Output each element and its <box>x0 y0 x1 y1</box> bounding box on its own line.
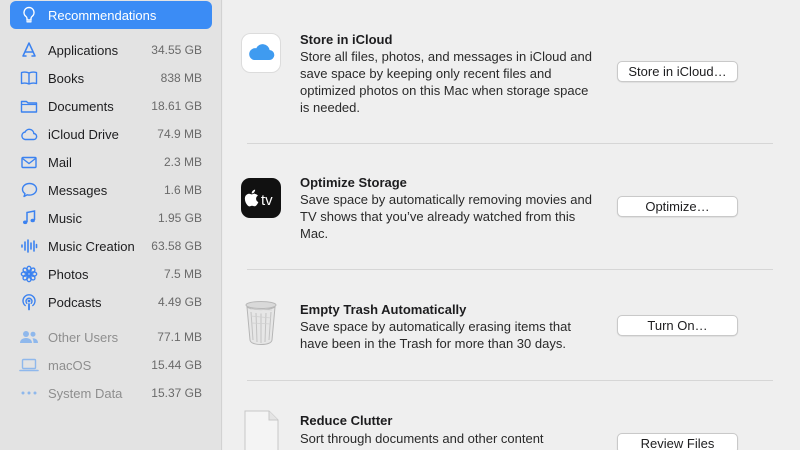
music-note-icon <box>19 208 39 228</box>
apple-tv-app-icon: tv <box>241 178 281 218</box>
podcast-icon <box>19 292 39 312</box>
sidebar-item-size: 15.44 GB <box>151 358 202 372</box>
rec-desc-optimize-storage: Save space by automatically removing mov… <box>300 192 592 241</box>
ellipsis-icon <box>19 383 39 403</box>
rec-title-empty-trash: Empty Trash Automatically <box>300 302 467 317</box>
icloud-app-icon <box>241 33 281 73</box>
separator <box>247 269 773 270</box>
separator <box>247 143 773 144</box>
mail-icon <box>19 152 39 172</box>
recommendations-panel: Store in iCloud Store all files, photos,… <box>223 0 800 450</box>
sidebar-item-label: Books <box>48 70 85 86</box>
flower-icon <box>19 264 39 284</box>
sidebar-item-applications[interactable]: Applications 34.55 GB <box>10 36 212 64</box>
sidebar-item-label: Applications <box>48 42 119 58</box>
review-files-button[interactable]: Review Files <box>617 433 738 450</box>
sidebar-item-label: Other Users <box>48 329 119 345</box>
laptop-icon <box>19 355 39 375</box>
applications-icon <box>19 40 39 60</box>
sidebar-item-label: macOS <box>48 357 92 373</box>
sidebar-item-label: Documents <box>48 98 114 114</box>
optimize-button[interactable]: Optimize… <box>617 196 738 217</box>
sidebar-item-label: Recommendations <box>48 7 157 23</box>
sidebar-item-size: 7.5 MB <box>163 267 202 281</box>
separator <box>247 380 773 381</box>
sidebar-item-icloud-drive[interactable]: iCloud Drive 74.9 MB <box>10 120 212 148</box>
sidebar-item-music-creation[interactable]: Music Creation 63.58 GB <box>10 232 212 260</box>
document-icon <box>19 96 39 116</box>
rec-title-reduce-clutter: Reduce Clutter <box>300 413 393 428</box>
rec-desc-store-in-icloud: Store all files, photos, and messages in… <box>300 49 592 115</box>
rec-title-store-in-icloud: Store in iCloud <box>300 32 393 47</box>
sidebar-item-podcasts[interactable]: Podcasts 4.49 GB <box>10 288 212 316</box>
book-icon <box>19 68 39 88</box>
turn-on-button[interactable]: Turn On… <box>617 315 738 336</box>
sidebar-item-messages[interactable]: Messages 1.6 MB <box>10 176 212 204</box>
sidebar-item-size: 18.61 GB <box>151 99 202 113</box>
sidebar-item-label: Messages <box>48 182 108 198</box>
rec-desc-reduce-clutter: Sort through documents and other content <box>300 431 544 446</box>
sidebar-item-size: 1.6 MB <box>163 183 202 197</box>
sidebar-item-size: 77.1 MB <box>157 330 202 344</box>
rec-title-optimize-storage: Optimize Storage <box>300 175 407 190</box>
sidebar-item-mail[interactable]: Mail 2.3 MB <box>10 148 212 176</box>
sidebar-item-photos[interactable]: Photos 7.5 MB <box>10 260 212 288</box>
lightbulb-icon <box>19 5 39 25</box>
sidebar-item-label: Podcasts <box>48 294 102 310</box>
sidebar-item-label: System Data <box>48 385 123 401</box>
sidebar: Recommendations Applications 34.55 GB Bo… <box>0 0 222 450</box>
sidebar-item-size: 34.55 GB <box>151 43 202 57</box>
waveform-icon <box>19 236 39 256</box>
sidebar-item-macos[interactable]: macOS 15.44 GB <box>10 351 212 379</box>
store-in-icloud-button[interactable]: Store in iCloud… <box>617 61 738 82</box>
sidebar-item-system-data[interactable]: System Data 15.37 GB <box>10 379 212 407</box>
sidebar-item-size: 838 MB <box>160 71 202 85</box>
sidebar-item-books[interactable]: Books 838 MB <box>10 64 212 92</box>
trash-can-icon <box>241 298 281 346</box>
sidebar-item-label: Photos <box>48 266 89 282</box>
cloud-icon <box>19 124 39 144</box>
rec-desc-empty-trash: Save space by automatically erasing item… <box>300 319 571 351</box>
sidebar-item-size: 63.58 GB <box>151 239 202 253</box>
sidebar-item-label: Mail <box>48 154 72 170</box>
users-icon <box>19 327 39 347</box>
sidebar-item-music[interactable]: Music 1.95 GB <box>10 204 212 232</box>
sidebar-item-label: Music Creation <box>48 238 135 254</box>
sidebar-item-size: 1.95 GB <box>157 211 202 225</box>
sidebar-item-size: 2.3 MB <box>163 155 202 169</box>
sidebar-item-recommendations[interactable]: Recommendations <box>10 1 212 29</box>
sidebar-item-other-users[interactable]: Other Users 77.1 MB <box>10 323 212 351</box>
message-bubble-icon <box>19 180 39 200</box>
sidebar-item-size: 15.37 GB <box>151 386 202 400</box>
sidebar-item-documents[interactable]: Documents 18.61 GB <box>10 92 212 120</box>
sidebar-item-label: iCloud Drive <box>48 126 119 142</box>
document-file-icon <box>241 410 281 450</box>
sidebar-item-label: Music <box>48 210 82 226</box>
tv-logo-text: tv <box>261 192 273 209</box>
sidebar-item-size: 4.49 GB <box>157 295 202 309</box>
sidebar-item-size: 74.9 MB <box>157 127 202 141</box>
